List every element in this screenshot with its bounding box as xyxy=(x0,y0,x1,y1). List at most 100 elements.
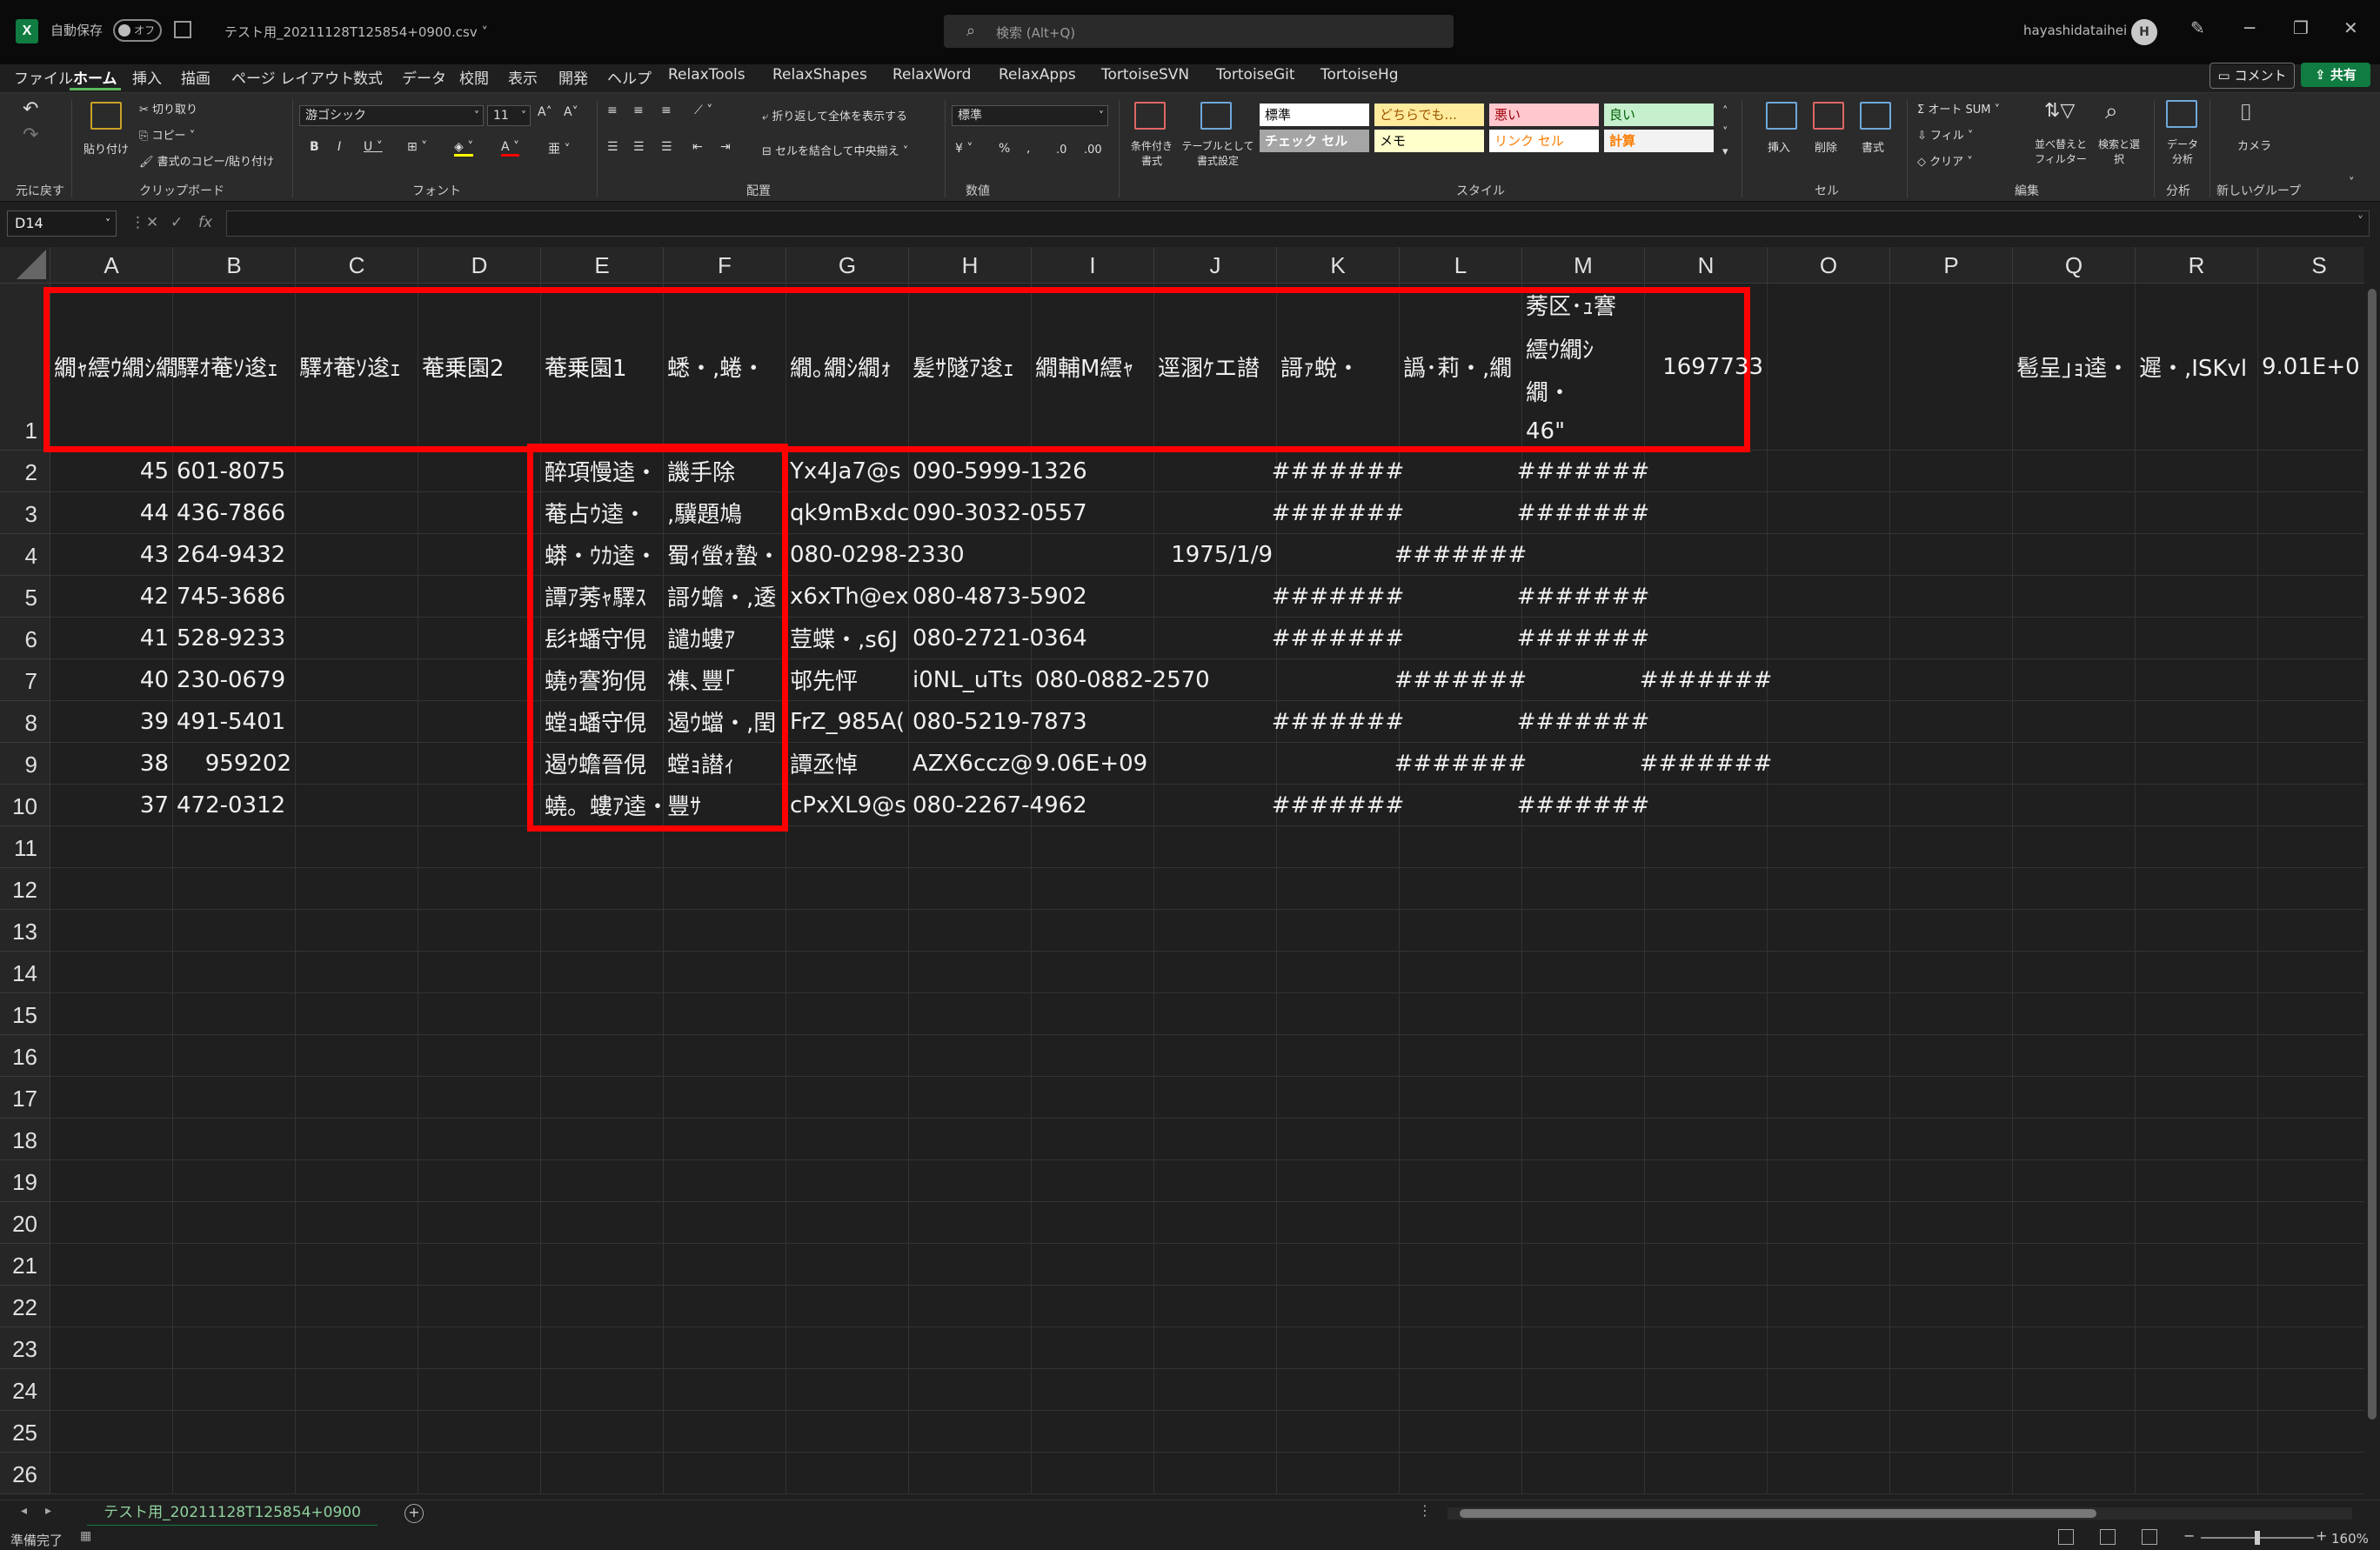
cell-i19[interactable] xyxy=(1032,1160,1154,1202)
cell-k1[interactable]: 謌ｧ蛻・ xyxy=(1277,284,1400,451)
cell-l24[interactable] xyxy=(1400,1369,1522,1411)
cell-l17[interactable] xyxy=(1400,1077,1522,1119)
row-header-1[interactable]: 1 xyxy=(0,284,50,451)
cell-n3[interactable] xyxy=(1645,492,1768,534)
sort-filter-button[interactable]: 並べ替えとフィルター xyxy=(2030,137,2091,166)
cell-b17[interactable] xyxy=(173,1077,296,1119)
cell-j18[interactable] xyxy=(1154,1119,1277,1160)
cell-p21[interactable] xyxy=(1890,1244,2013,1286)
cell-o24[interactable] xyxy=(1768,1369,1890,1411)
cell-c20[interactable] xyxy=(296,1202,418,1244)
cell-r9[interactable] xyxy=(2136,743,2258,785)
row-header-9[interactable]: 9 xyxy=(0,743,50,785)
cell-d14[interactable] xyxy=(418,952,541,993)
cell-d19[interactable] xyxy=(418,1160,541,1202)
cell-e1[interactable]: 菴乗園1 xyxy=(541,284,664,451)
cell-s11[interactable] xyxy=(2258,826,2364,868)
cell-b26[interactable] xyxy=(173,1453,296,1494)
cell-g3[interactable]: qk9mBxdc xyxy=(786,492,909,534)
cell-b11[interactable] xyxy=(173,826,296,868)
cell-f24[interactable] xyxy=(664,1369,786,1411)
cell-a26[interactable] xyxy=(50,1453,173,1494)
insert-cells-button[interactable]: 挿入 xyxy=(1768,138,1790,155)
percent-icon[interactable]: % xyxy=(999,142,1010,156)
data-analysis-icon[interactable] xyxy=(2166,100,2197,128)
cell-h14[interactable] xyxy=(909,952,1032,993)
cell-m19[interactable] xyxy=(1522,1160,1645,1202)
column-header-f[interactable]: F xyxy=(664,247,786,284)
tab-developer[interactable]: 開発 xyxy=(555,66,592,88)
cell-n9[interactable]: ####### xyxy=(1640,743,1773,785)
cell-b22[interactable] xyxy=(173,1286,296,1327)
cell-r12[interactable] xyxy=(2136,868,2258,910)
cell-s13[interactable] xyxy=(2258,910,2364,952)
styles-more-icon[interactable]: ▾ xyxy=(1722,145,1728,158)
cell-h23[interactable] xyxy=(909,1327,1032,1369)
align-middle-icon[interactable]: ≡ xyxy=(633,104,644,117)
cell-r13[interactable] xyxy=(2136,910,2258,952)
cell-j15[interactable] xyxy=(1154,993,1277,1035)
cell-f19[interactable] xyxy=(664,1160,786,1202)
cell-b10[interactable]: 472-0312 xyxy=(173,785,296,826)
row-header-20[interactable]: 20 xyxy=(0,1202,50,1244)
cell-n12[interactable] xyxy=(1645,868,1768,910)
row-header-7[interactable]: 7 xyxy=(0,659,50,701)
row-header-24[interactable]: 24 xyxy=(0,1369,50,1411)
cell-f8[interactable]: 遏ｳ蟷・,閏 xyxy=(664,701,786,743)
cell-h11[interactable] xyxy=(909,826,1032,868)
cell-a17[interactable] xyxy=(50,1077,173,1119)
page-layout-view-icon[interactable] xyxy=(2100,1529,2116,1545)
cell-h7[interactable]: i0NL_uTts xyxy=(909,659,1032,701)
row-header-5[interactable]: 5 xyxy=(0,576,50,618)
row-header-15[interactable]: 15 xyxy=(0,993,50,1035)
cell-j21[interactable] xyxy=(1154,1244,1277,1286)
cell-j23[interactable] xyxy=(1154,1327,1277,1369)
grow-font-icon[interactable]: A˄ xyxy=(538,105,552,119)
cell-n25[interactable] xyxy=(1645,1411,1768,1453)
cell-d15[interactable] xyxy=(418,993,541,1035)
styles-scroll-down-icon[interactable]: ˅ xyxy=(1722,126,1728,139)
cell-k22[interactable] xyxy=(1277,1286,1400,1327)
cell-e8[interactable]: 螳ｮ蟠守俔 xyxy=(541,701,664,743)
cell-r7[interactable] xyxy=(2136,659,2258,701)
comment-button[interactable]: ▭ コメント xyxy=(2210,63,2295,89)
cell-j10[interactable] xyxy=(1154,785,1277,826)
cell-d3[interactable] xyxy=(418,492,541,534)
cell-c15[interactable] xyxy=(296,993,418,1035)
cell-n16[interactable] xyxy=(1645,1035,1768,1077)
cell-g21[interactable] xyxy=(786,1244,909,1286)
column-header-r[interactable]: R xyxy=(2136,247,2258,284)
cell-i1[interactable]: 繝輔Μ繧ｬ xyxy=(1032,284,1154,451)
cell-q5[interactable] xyxy=(2013,576,2136,618)
cell-g4[interactable]: 080-0298-2330 xyxy=(786,534,965,576)
tab-relaxword[interactable]: RelaxWord xyxy=(889,66,974,84)
tab-tortoisegit[interactable]: TortoiseGit xyxy=(1213,66,1299,84)
cell-q7[interactable] xyxy=(2013,659,2136,701)
cell-o3[interactable] xyxy=(1768,492,1890,534)
cell-q10[interactable] xyxy=(2013,785,2136,826)
cell-c2[interactable] xyxy=(296,451,418,492)
cell-p10[interactable] xyxy=(1890,785,2013,826)
cell-i15[interactable] xyxy=(1032,993,1154,1035)
cell-a4[interactable]: 43 xyxy=(50,534,173,576)
cell-f2[interactable]: 譏手除 xyxy=(664,451,786,492)
cell-k10[interactable]: ####### xyxy=(1272,785,1405,826)
cell-d2[interactable] xyxy=(418,451,541,492)
column-header-p[interactable]: P xyxy=(1890,247,2013,284)
file-name[interactable]: テスト用_20211128T125854+0900.csv ˅ xyxy=(224,23,488,41)
cell-i16[interactable] xyxy=(1032,1035,1154,1077)
cell-h21[interactable] xyxy=(909,1244,1032,1286)
cell-o13[interactable] xyxy=(1768,910,1890,952)
cell-c8[interactable] xyxy=(296,701,418,743)
cell-m21[interactable] xyxy=(1522,1244,1645,1286)
tab-formulas[interactable]: 数式 xyxy=(350,66,386,88)
cell-q6[interactable] xyxy=(2013,618,2136,659)
cell-o8[interactable] xyxy=(1768,701,1890,743)
phonetic-icon[interactable]: 亜 ˅ xyxy=(548,140,570,157)
cell-i4[interactable] xyxy=(1032,534,1154,576)
format-cells-icon[interactable] xyxy=(1860,102,1891,130)
cell-j19[interactable] xyxy=(1154,1160,1277,1202)
cell-i21[interactable] xyxy=(1032,1244,1154,1286)
undo-icon[interactable]: ↶ xyxy=(23,98,38,120)
cell-d12[interactable] xyxy=(418,868,541,910)
